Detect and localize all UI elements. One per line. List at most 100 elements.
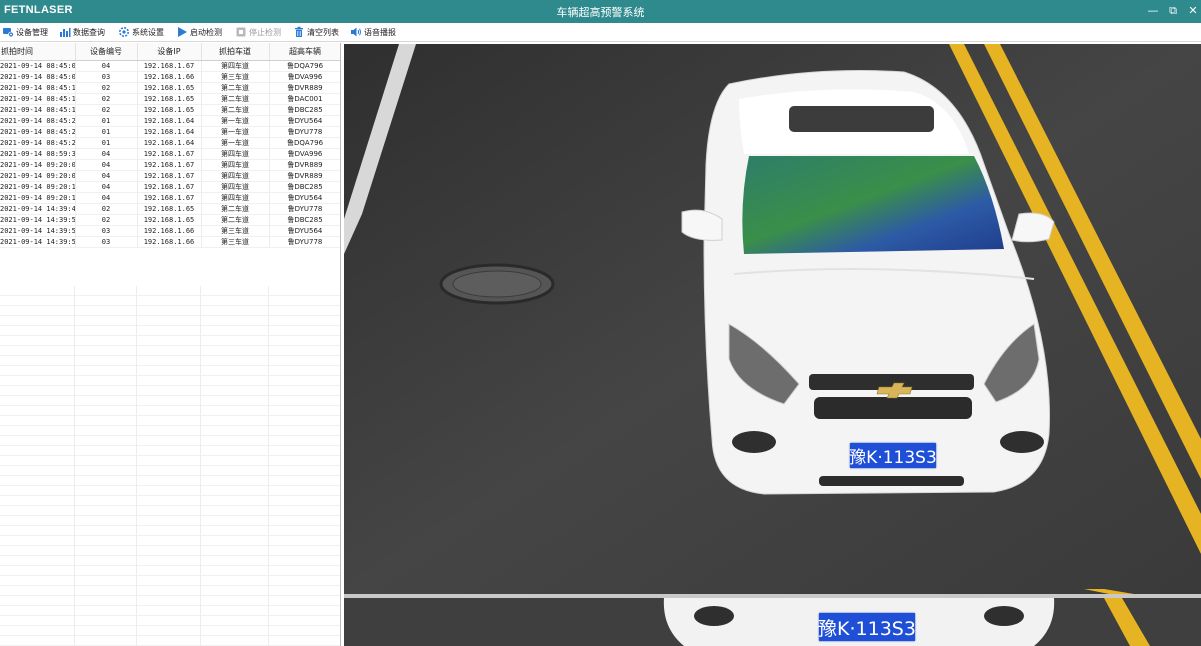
cell-device-ip: 192.168.1.65 bbox=[137, 214, 202, 226]
table-row[interactable]: 2021-09-14 08:45:13 02 192.168.1.65 第二车道 鲁DV… bbox=[0, 82, 340, 94]
clear-list-button[interactable]: 清空列表 bbox=[293, 25, 339, 40]
col-header-capture-time[interactable]: 抓拍时间 bbox=[0, 43, 76, 61]
cell-device-no: 01 bbox=[75, 137, 138, 149]
table-row[interactable]: 2021-09-14 08:45:24 01 192.168.1.64 第一车道 鲁DY… bbox=[0, 126, 340, 138]
col-header-device-ip[interactable]: 设备IP bbox=[137, 43, 202, 61]
capture-image-main[interactable]: 豫K·113S3 bbox=[344, 44, 1201, 594]
close-button[interactable]: ✕ bbox=[1186, 4, 1200, 18]
voice-broadcast-button[interactable]: 语音播报 bbox=[350, 25, 396, 40]
cell-vehicle: 鲁DYU564 bbox=[269, 192, 340, 204]
cell-device-no: 02 bbox=[75, 214, 138, 226]
cell-lane: 第四车道 bbox=[201, 192, 270, 204]
minimize-button[interactable]: — bbox=[1146, 4, 1160, 18]
cell-capture-time: 2021-09-14 08:45:13 bbox=[0, 82, 76, 94]
table-row[interactable]: 2021-09-14 08:59:32 04 192.168.1.67 第四车道 鲁DV… bbox=[0, 148, 340, 160]
speaker-icon bbox=[351, 27, 361, 36]
license-plate-main: 豫K·113S3 bbox=[849, 448, 937, 468]
cell-device-ip: 192.168.1.67 bbox=[137, 159, 202, 171]
cell-lane: 第一车道 bbox=[201, 115, 270, 127]
stop-detection-button[interactable]: 停止检测 bbox=[235, 25, 281, 40]
table-row[interactable]: 2021-09-14 08:45:24 01 192.168.1.64 第一车道 鲁DQ… bbox=[0, 137, 340, 149]
table-row[interactable]: 2021-09-14 09:20:00 04 192.168.1.67 第四车道 鲁DV… bbox=[0, 159, 340, 171]
table-row[interactable]: 2021-09-14 09:20:13 04 192.168.1.67 第四车道 鲁DY… bbox=[0, 192, 340, 204]
cell-device-ip: 192.168.1.66 bbox=[137, 71, 202, 83]
table-row[interactable]: 2021-09-14 08:45:15 02 192.168.1.65 第二车道 鲁DA… bbox=[0, 93, 340, 105]
plate-close-up-photo: 豫K·113S3 bbox=[344, 598, 1201, 646]
restore-button[interactable]: ⧉ bbox=[1166, 4, 1180, 18]
cell-capture-time: 2021-09-14 14:39:51 bbox=[0, 214, 76, 226]
table-row[interactable]: 2021-09-14 14:39:55 03 192.168.1.66 第三车道 鲁DY… bbox=[0, 225, 340, 237]
window-title: 车辆超高预警系统 bbox=[556, 6, 645, 19]
cell-capture-time: 2021-09-14 09:20:13 bbox=[0, 181, 76, 193]
cell-device-ip: 192.168.1.64 bbox=[137, 137, 202, 149]
records-table: 抓拍时间 设备编号 设备IP 抓拍车道 超高车辆 2021-09-14 08:4… bbox=[0, 43, 340, 248]
cell-lane: 第四车道 bbox=[201, 60, 270, 72]
table-row[interactable]: 2021-09-14 08:45:23 01 192.168.1.64 第一车道 鲁DY… bbox=[0, 115, 340, 127]
table-header-row: 抓拍时间 设备编号 设备IP 抓拍车道 超高车辆 bbox=[0, 43, 340, 61]
cell-lane: 第二车道 bbox=[201, 93, 270, 105]
cell-capture-time: 2021-09-14 14:39:55 bbox=[0, 225, 76, 237]
cell-vehicle: 鲁DVR889 bbox=[269, 170, 340, 182]
table-row[interactable]: 2021-09-14 14:39:56 03 192.168.1.66 第三车道 鲁DY… bbox=[0, 236, 340, 248]
title-bar: FETNLASER 车辆超高预警系统 — ⧉ ✕ bbox=[0, 0, 1201, 23]
system-settings-button[interactable]: 系统设置 bbox=[118, 25, 164, 40]
vehicle-photo: 豫K·113S3 bbox=[344, 44, 1201, 594]
cell-capture-time: 2021-09-14 08:45:15 bbox=[0, 93, 76, 105]
cell-device-ip: 192.168.1.65 bbox=[137, 93, 202, 105]
capture-image-plate[interactable]: 豫K·113S3 bbox=[344, 598, 1201, 646]
col-header-vehicle[interactable]: 超高车辆 bbox=[269, 43, 340, 61]
cell-lane: 第一车道 bbox=[201, 137, 270, 149]
col-header-lane[interactable]: 抓拍车道 bbox=[201, 43, 270, 61]
cell-capture-time: 2021-09-14 08:45:06 bbox=[0, 71, 76, 83]
empty-grid-area bbox=[0, 286, 340, 646]
cell-device-no: 03 bbox=[75, 71, 138, 83]
cell-device-ip: 192.168.1.66 bbox=[137, 236, 202, 248]
table-row[interactable]: 2021-09-14 14:39:46 02 192.168.1.65 第二车道 鲁DY… bbox=[0, 203, 340, 215]
table-row[interactable]: 2021-09-14 09:20:06 04 192.168.1.67 第四车道 鲁DV… bbox=[0, 170, 340, 182]
device-manage-button[interactable]: 设备管理 bbox=[2, 25, 48, 40]
cell-vehicle: 鲁DYU564 bbox=[269, 225, 340, 237]
cell-vehicle: 鲁DYU778 bbox=[269, 236, 340, 248]
cell-device-no: 02 bbox=[75, 82, 138, 94]
cell-vehicle: 鲁DYU564 bbox=[269, 115, 340, 127]
cell-lane: 第三车道 bbox=[201, 236, 270, 248]
cell-device-ip: 192.168.1.65 bbox=[137, 82, 202, 94]
cell-lane: 第二车道 bbox=[201, 203, 270, 215]
cell-lane: 第二车道 bbox=[201, 104, 270, 116]
cell-device-ip: 192.168.1.66 bbox=[137, 225, 202, 237]
cell-capture-time: 2021-09-14 09:20:06 bbox=[0, 170, 76, 182]
start-detection-button[interactable]: 启动检测 bbox=[176, 25, 222, 40]
data-query-button[interactable]: 数据查询 bbox=[59, 25, 105, 40]
cell-vehicle: 鲁DVR889 bbox=[269, 159, 340, 171]
cell-device-no: 04 bbox=[75, 148, 138, 160]
cell-device-no: 04 bbox=[75, 170, 138, 182]
cell-lane: 第四车道 bbox=[201, 170, 270, 182]
cell-device-ip: 192.168.1.67 bbox=[137, 170, 202, 182]
col-header-device-no[interactable]: 设备编号 bbox=[75, 43, 138, 61]
cell-device-ip: 192.168.1.64 bbox=[137, 126, 202, 138]
cell-vehicle: 鲁DBC285 bbox=[269, 214, 340, 226]
cell-capture-time: 2021-09-14 08:45:24 bbox=[0, 126, 76, 138]
cell-capture-time: 2021-09-14 08:45:24 bbox=[0, 137, 76, 149]
cell-vehicle: 鲁DYU778 bbox=[269, 203, 340, 215]
cell-device-no: 04 bbox=[75, 192, 138, 204]
cell-device-no: 02 bbox=[75, 203, 138, 215]
cell-vehicle: 鲁DVR889 bbox=[269, 82, 340, 94]
capture-panel: 豫K·113S3 豫K·113S3 bbox=[344, 44, 1201, 646]
table-row[interactable]: 2021-09-14 09:20:13 04 192.168.1.67 第四车道 鲁DB… bbox=[0, 181, 340, 193]
cell-device-no: 01 bbox=[75, 115, 138, 127]
chart-icon bbox=[60, 27, 71, 37]
cell-capture-time: 2021-09-14 14:39:46 bbox=[0, 203, 76, 215]
cell-capture-time: 2021-09-14 08:45:15 bbox=[0, 104, 76, 116]
play-icon bbox=[178, 26, 187, 37]
cell-device-ip: 192.168.1.65 bbox=[137, 203, 202, 215]
cell-lane: 第三车道 bbox=[201, 71, 270, 83]
cell-vehicle: 鲁DBC285 bbox=[269, 181, 340, 193]
table-row[interactable]: 2021-09-14 08:45:06 03 192.168.1.66 第三车道 鲁DV… bbox=[0, 71, 340, 83]
cell-capture-time: 2021-09-14 09:20:00 bbox=[0, 159, 76, 171]
cell-lane: 第四车道 bbox=[201, 181, 270, 193]
records-panel: 抓拍时间 设备编号 设备IP 抓拍车道 超高车辆 2021-09-14 08:4… bbox=[0, 43, 341, 646]
table-row[interactable]: 2021-09-14 08:45:01 04 192.168.1.67 第四车道 鲁DQ… bbox=[0, 60, 340, 72]
table-row[interactable]: 2021-09-14 08:45:15 02 192.168.1.65 第二车道 鲁DB… bbox=[0, 104, 340, 116]
table-row[interactable]: 2021-09-14 14:39:51 02 192.168.1.65 第二车道 鲁DB… bbox=[0, 214, 340, 226]
